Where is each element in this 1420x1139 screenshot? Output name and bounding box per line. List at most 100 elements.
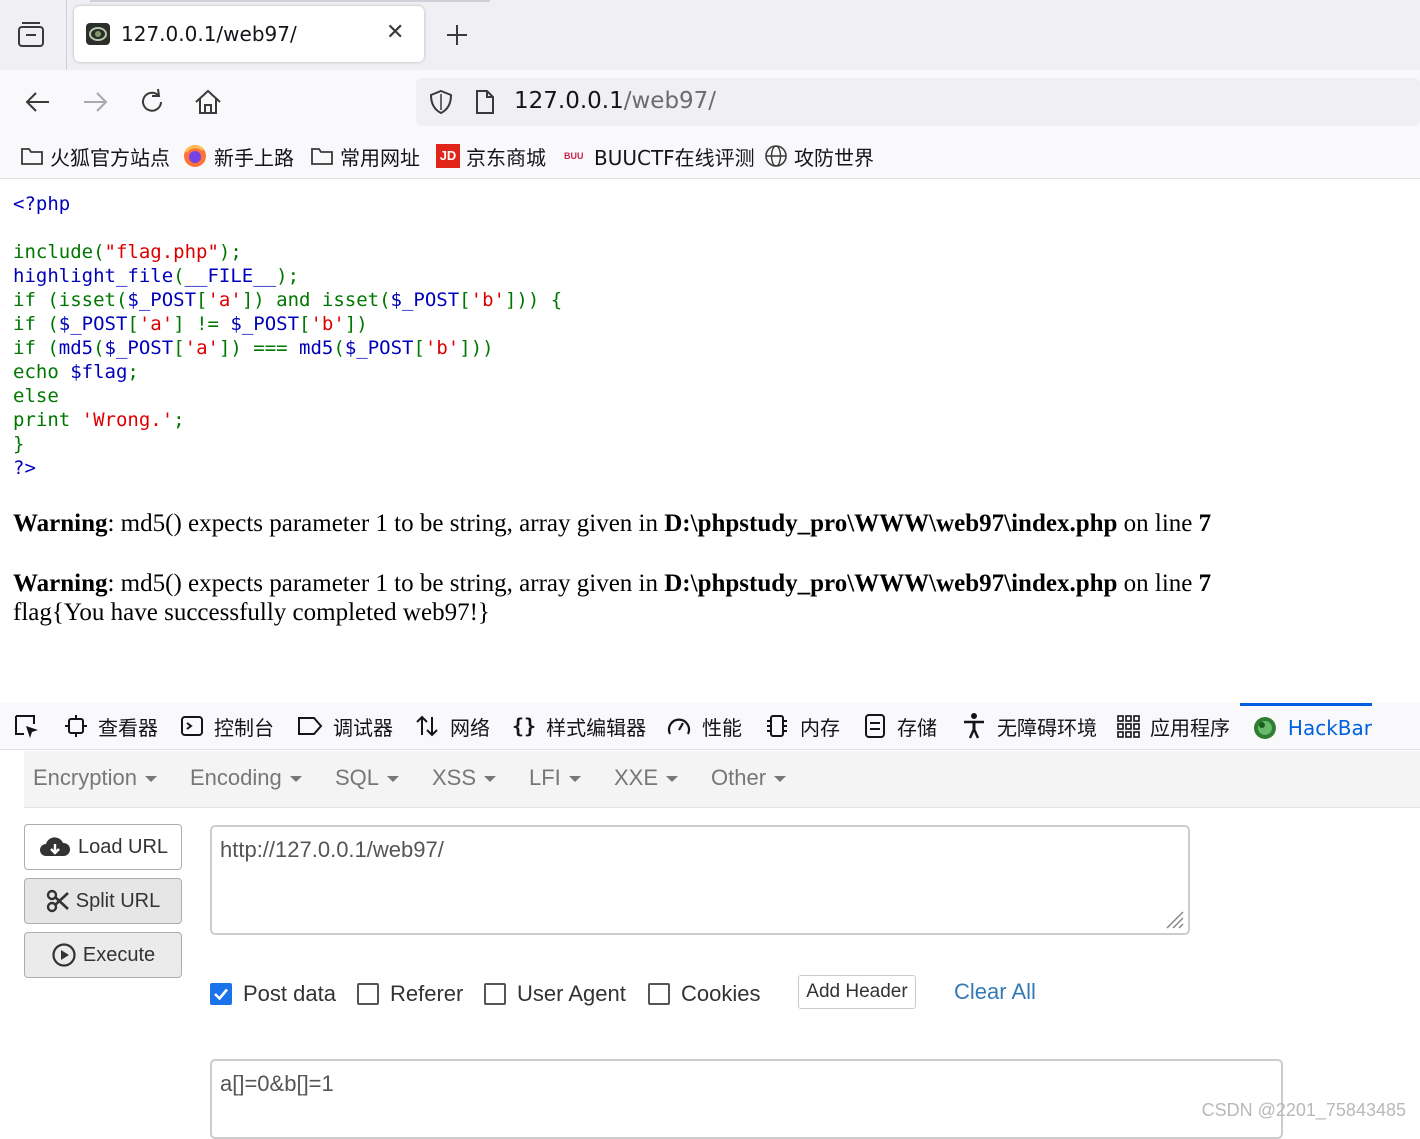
console-icon <box>181 716 203 736</box>
tab-close-icon[interactable]: ✕ <box>386 21 404 45</box>
tab-application[interactable]: 应用程序 <box>1116 709 1230 743</box>
memory-icon <box>767 715 787 737</box>
code-line: } <box>13 432 562 456</box>
bookmark-common-sites[interactable]: 常用网址 <box>310 142 420 170</box>
address-bar[interactable]: 127.0.0.1/web97/ <box>416 78 1420 126</box>
hackbar-menu: Encryption Encoding SQL XSS LFI XXE Othe… <box>24 751 1420 808</box>
post-data-checkbox[interactable]: Post data <box>210 981 336 1006</box>
tab-network[interactable]: 网络 <box>414 709 490 743</box>
new-tab-icon[interactable] <box>442 20 472 50</box>
caret-down-icon <box>666 776 679 783</box>
tab-label: 性能 <box>702 715 742 740</box>
referer-checkbox[interactable]: Referer <box>357 981 463 1006</box>
caret-down-icon <box>289 776 302 783</box>
button-label: Load URL <box>77 835 169 858</box>
code-token: [ <box>413 337 425 359</box>
user-agent-checkbox[interactable]: User Agent <box>484 981 626 1006</box>
load-url-button[interactable]: Load URL <box>24 824 182 870</box>
caret-down-icon <box>144 776 157 783</box>
code-token: ]) === <box>218 337 300 359</box>
code-line: print 'Wrong.'; <box>13 408 562 432</box>
code-line: echo $flag; <box>13 360 562 384</box>
url-textarea[interactable]: http://127.0.0.1/web97/ <box>210 825 1190 935</box>
tab-performance[interactable]: 性能 <box>666 709 742 743</box>
menu-sql[interactable]: SQL <box>335 765 400 791</box>
bookmark-adworld[interactable]: 攻防世界 <box>764 142 874 170</box>
element-picker-icon[interactable] <box>12 709 50 743</box>
code-token: else <box>13 385 59 407</box>
button-label: Split URL <box>75 889 161 912</box>
tab-hackbar[interactable]: HackBar <box>1240 703 1372 749</box>
code-token: "flag.php" <box>104 241 219 263</box>
reload-icon[interactable] <box>136 86 168 118</box>
code-token: } <box>13 433 25 455</box>
tab-list-icon[interactable] <box>14 18 48 52</box>
tab-accessibility[interactable]: 无障碍环境 <box>961 709 1097 743</box>
code-token: 'a' <box>184 337 219 359</box>
code-token: $_POST <box>127 289 197 311</box>
menu-encoding[interactable]: Encoding <box>190 765 302 791</box>
bookmark-buuctf[interactable]: BUU BUUCTF在线评测 <box>564 142 755 170</box>
code-token: [ <box>299 313 311 335</box>
code-token: $_POST <box>230 313 300 335</box>
bookmark-firefox-official[interactable]: 火狐官方站点 <box>20 142 170 170</box>
debugger-icon <box>298 717 323 735</box>
menu-encryption[interactable]: Encryption <box>33 765 157 791</box>
code-token: print <box>13 409 82 431</box>
menu-lfi[interactable]: LFI <box>529 765 581 791</box>
code-token: 'Wrong.' <box>81 409 174 431</box>
tab-style-editor[interactable]: {} 样式编辑器 <box>512 709 646 743</box>
bookmark-getting-started[interactable]: 新手上路 <box>182 142 294 170</box>
post-data-textarea[interactable]: a[]=0&b[]=1 <box>210 1059 1283 1139</box>
shield-icon[interactable] <box>428 88 454 120</box>
menu-xxe[interactable]: XXE <box>614 765 679 791</box>
forward-arrow-icon[interactable] <box>79 86 111 118</box>
code-token: [ <box>127 313 139 335</box>
code-token: ] != <box>173 313 231 335</box>
jd-icon: JD <box>436 144 460 168</box>
menu-other[interactable]: Other <box>711 765 787 791</box>
tab-active[interactable]: 127.0.0.1/web97/ ✕ <box>74 6 424 62</box>
code-token: ; <box>127 361 139 383</box>
firefox-icon <box>184 145 206 167</box>
menu-label: Encoding <box>190 765 282 790</box>
warning-label: Warning <box>13 570 108 597</box>
bookmark-label: 常用网址 <box>340 145 420 170</box>
page-info-icon[interactable] <box>474 88 496 120</box>
tab-debugger[interactable]: 调试器 <box>297 709 393 743</box>
caret-down-icon <box>484 776 497 783</box>
menu-label: Encryption <box>33 765 137 790</box>
code-token: md5 <box>299 337 334 359</box>
menu-label: XXE <box>614 765 659 790</box>
clear-all-link[interactable]: Clear All <box>954 979 1036 1005</box>
url-text[interactable]: 127.0.0.1/web97/ <box>514 88 716 114</box>
performance-icon <box>667 718 691 735</box>
split-url-button[interactable]: Split URL <box>24 878 182 924</box>
url-path: /web97/ <box>623 88 717 114</box>
tab-console[interactable]: 控制台 <box>180 709 274 743</box>
code-token: ])) { <box>504 289 563 311</box>
cookies-checkbox[interactable]: Cookies <box>648 981 760 1006</box>
code-token: if (isset( <box>13 289 128 311</box>
menu-xss[interactable]: XSS <box>432 765 497 791</box>
code-token: ?> <box>13 457 36 479</box>
tab-label: 应用程序 <box>1150 715 1230 740</box>
add-header-button[interactable]: Add Header <box>798 975 916 1009</box>
execute-button[interactable]: Execute <box>24 932 182 978</box>
tab-inspector[interactable]: 查看器 <box>64 709 158 743</box>
warning-on-line: on line <box>1117 510 1199 537</box>
tab-label: 控制台 <box>214 715 274 740</box>
php-source-code: <?php include("flag.php"); highlight_file(… <box>13 192 562 480</box>
bookmark-jd[interactable]: JD 京东商城 <box>436 142 546 170</box>
tab-storage[interactable]: 存储 <box>863 709 937 743</box>
back-arrow-icon[interactable] <box>22 86 54 118</box>
resize-handle-icon[interactable] <box>1163 908 1185 930</box>
home-icon[interactable] <box>192 86 224 118</box>
code-line: highlight_file(__FILE__); <box>13 264 562 288</box>
code-line: if ($_POST['a'] != $_POST['b']) <box>13 312 562 336</box>
code-token: ( <box>93 337 105 359</box>
tab-memory[interactable]: 内存 <box>764 709 840 743</box>
tab-label: 存储 <box>897 715 937 740</box>
tab-title: 127.0.0.1/web97/ <box>121 22 297 46</box>
code-line: if (md5($_POST['a']) === md5($_POST['b']… <box>13 336 562 360</box>
